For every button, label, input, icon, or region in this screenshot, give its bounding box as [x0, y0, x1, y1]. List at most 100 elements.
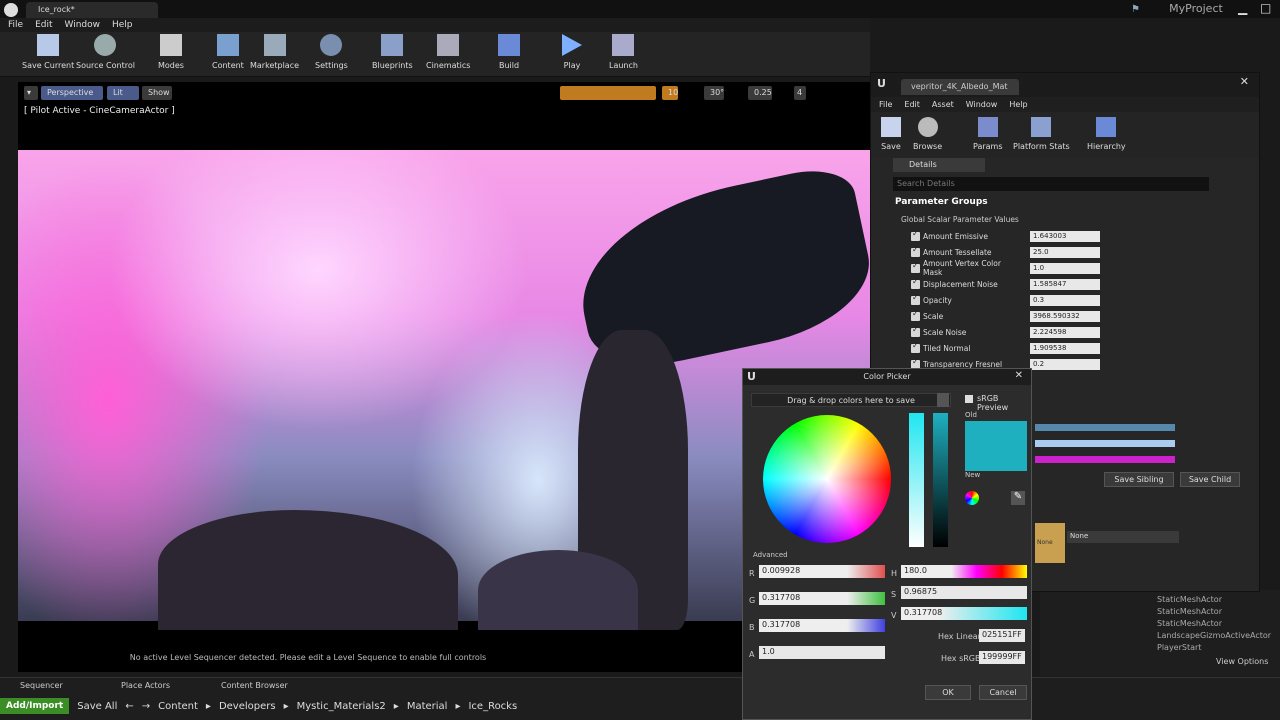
transform-tools[interactable]: [560, 86, 656, 100]
viewport-options-button[interactable]: ▾: [24, 86, 38, 100]
parameter-enable-checkbox[interactable]: [911, 309, 920, 321]
value-slider[interactable]: [933, 413, 948, 547]
show-button[interactable]: Show: [142, 86, 172, 100]
outliner-item[interactable]: StaticMeshActor: [1157, 594, 1271, 606]
parameter-value-field[interactable]: 1.643003: [1030, 230, 1100, 242]
tab-sequencer[interactable]: Sequencer: [20, 681, 63, 690]
parameter-enable-checkbox[interactable]: [911, 245, 920, 257]
outliner-item[interactable]: StaticMeshActor: [1157, 606, 1271, 618]
breadcrumb-ice-rocks[interactable]: Ice_Rocks: [468, 701, 517, 712]
vector-param-bar[interactable]: [1035, 440, 1175, 447]
parameter-value-field[interactable]: 1.909538: [1030, 342, 1100, 354]
settings-button[interactable]: Settings: [315, 34, 348, 70]
level-tab[interactable]: Ice_rock*: [26, 2, 158, 18]
parameter-value-field[interactable]: 0.3: [1030, 294, 1100, 306]
add-import-button[interactable]: Add/Import: [0, 698, 70, 714]
parameter-value-field[interactable]: 0.2: [1030, 358, 1100, 370]
launch-button[interactable]: Launch: [609, 34, 638, 70]
save-child-button[interactable]: Save Child: [1180, 472, 1240, 487]
color-wheel[interactable]: [763, 415, 891, 543]
menu-asset[interactable]: Asset: [932, 100, 954, 109]
advanced-section-header[interactable]: Advanced: [753, 551, 788, 559]
s-field[interactable]: 0.96875: [901, 586, 1027, 599]
parameter-enable-checkbox[interactable]: [911, 325, 920, 337]
parameter-value-field[interactable]: 3968.590332: [1030, 310, 1100, 322]
menu-file[interactable]: File: [8, 20, 23, 30]
lit-button[interactable]: Lit: [107, 86, 139, 100]
build-button[interactable]: Build: [498, 34, 520, 70]
global-scalar-header[interactable]: Global Scalar Parameter Values: [901, 215, 1019, 224]
parameter-value-field[interactable]: 25.0: [1030, 246, 1100, 258]
breadcrumb-content[interactable]: Content: [158, 701, 198, 712]
platform-stats-button[interactable]: Platform Stats: [1013, 117, 1070, 151]
search-details-input[interactable]: Search Details: [893, 177, 1209, 191]
play-button[interactable]: Play: [562, 34, 582, 70]
menu-help[interactable]: Help: [1009, 100, 1027, 109]
cancel-button[interactable]: Cancel: [979, 685, 1027, 700]
vector-param-bar[interactable]: [1035, 424, 1175, 431]
color-swatch-dropzone[interactable]: Drag & drop colors here to save: [751, 393, 951, 407]
view-options-button[interactable]: View Options: [1216, 657, 1268, 666]
menu-help[interactable]: Help: [112, 20, 133, 30]
breadcrumb-mystic-materials[interactable]: Mystic_Materials2: [297, 701, 386, 712]
menu-file[interactable]: File: [879, 100, 892, 109]
marketplace-button[interactable]: Marketplace: [250, 34, 299, 70]
parameter-enable-checkbox[interactable]: [911, 261, 920, 273]
v-field[interactable]: 0.317708: [901, 607, 1027, 620]
parent-material-dropdown[interactable]: None: [1067, 531, 1179, 543]
maximize-icon[interactable]: □: [1260, 1, 1271, 15]
tab-content-browser[interactable]: Content Browser: [221, 681, 288, 690]
outliner-item[interactable]: StaticMeshActor: [1157, 618, 1271, 630]
content-button[interactable]: Content: [212, 34, 244, 70]
outliner-item[interactable]: PlayerStart: [1157, 642, 1271, 654]
b-field[interactable]: 0.317708: [759, 619, 885, 632]
vector-param-bar[interactable]: [1035, 456, 1175, 463]
saturation-slider[interactable]: [909, 413, 924, 547]
notification-icon[interactable]: ⚑: [1131, 4, 1140, 15]
parameter-value-field[interactable]: 1.0: [1030, 262, 1100, 274]
menu-window[interactable]: Window: [966, 100, 998, 109]
chevron-down-icon[interactable]: [937, 393, 949, 407]
parameter-value-field[interactable]: 1.585847: [1030, 278, 1100, 290]
r-field[interactable]: 0.009928: [759, 565, 885, 578]
hex-srgb-field[interactable]: 199999FF: [979, 651, 1025, 664]
parameter-groups-header[interactable]: Parameter Groups: [895, 197, 988, 207]
breadcrumb-developers[interactable]: Developers: [219, 701, 276, 712]
parameter-value-field[interactable]: 2.224598: [1030, 326, 1100, 338]
rotation-snap-value[interactable]: 30°: [704, 86, 724, 100]
h-field[interactable]: 180.0: [901, 565, 1027, 578]
forward-icon[interactable]: →: [142, 701, 150, 712]
grid-snap-value[interactable]: 10: [662, 86, 678, 100]
material-tab[interactable]: vepritor_4K_Albedo_Mat: [901, 79, 1019, 95]
close-icon[interactable]: ✕: [1015, 370, 1023, 381]
g-field[interactable]: 0.317708: [759, 592, 885, 605]
parameter-enable-checkbox[interactable]: [911, 277, 920, 289]
back-icon[interactable]: ←: [125, 701, 133, 712]
camera-speed-value[interactable]: 4: [794, 86, 806, 100]
save-all-button[interactable]: Save All: [77, 701, 117, 712]
breadcrumb-material[interactable]: Material: [407, 701, 448, 712]
hex-linear-field[interactable]: 025151FF: [979, 629, 1025, 642]
perspective-button[interactable]: Perspective: [41, 86, 103, 100]
parameter-enable-checkbox[interactable]: [911, 229, 920, 241]
outliner-item[interactable]: LandscapeGizmoActiveActor: [1157, 630, 1271, 642]
menu-edit[interactable]: Edit: [904, 100, 920, 109]
srgb-preview-checkbox[interactable]: [965, 395, 973, 403]
tab-details[interactable]: Details: [893, 158, 985, 172]
menu-edit[interactable]: Edit: [35, 20, 52, 30]
close-icon[interactable]: ✕: [1240, 75, 1249, 88]
minimize-icon[interactable]: ▁: [1238, 1, 1247, 15]
color-theme-icon[interactable]: [965, 491, 979, 505]
hierarchy-button[interactable]: Hierarchy: [1087, 117, 1126, 151]
params-button[interactable]: Params: [973, 117, 1003, 151]
ok-button[interactable]: OK: [925, 685, 971, 700]
eyedropper-icon[interactable]: ✎: [1011, 491, 1025, 505]
menu-window[interactable]: Window: [65, 20, 101, 30]
parameter-enable-checkbox[interactable]: [911, 341, 920, 353]
save-current-button[interactable]: Save Current: [22, 34, 74, 70]
parameter-enable-checkbox[interactable]: [911, 293, 920, 305]
save-button[interactable]: Save: [881, 117, 901, 151]
cinematics-button[interactable]: Cinematics: [426, 34, 470, 70]
a-field[interactable]: 1.0: [759, 646, 885, 659]
save-sibling-button[interactable]: Save Sibling: [1104, 472, 1174, 487]
